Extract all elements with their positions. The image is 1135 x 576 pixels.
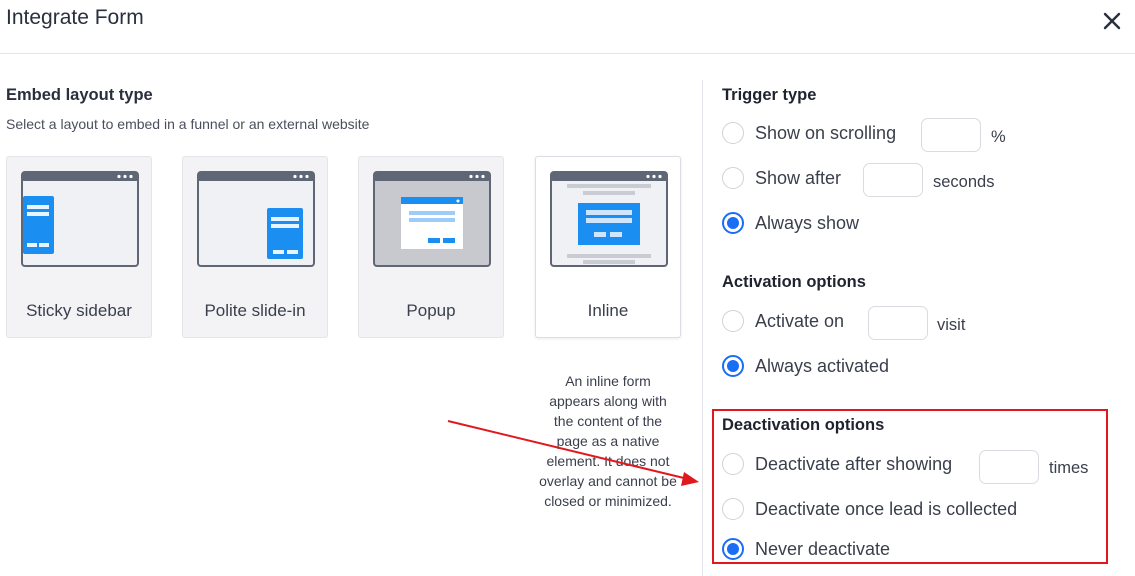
radio-label: Activate on — [755, 310, 845, 331]
radio-circle[interactable] — [722, 122, 744, 144]
layout-card-label: Polite slide-in — [204, 301, 306, 320]
radio-label: Show after — [755, 167, 842, 188]
percent-unit: % — [991, 128, 1006, 146]
layout-card-label: Sticky sidebar — [26, 301, 132, 320]
activate-on-visit-input[interactable] — [868, 306, 928, 340]
radio-label: Always activated — [755, 355, 890, 376]
scroll-percent-input[interactable] — [921, 118, 981, 152]
radio-circle[interactable] — [722, 310, 744, 332]
layout-card-popup[interactable]: Popup — [358, 156, 504, 338]
embed-layout-subtitle: Select a layout to embed in a funnel or … — [6, 116, 370, 132]
polite-slide-in-illustration — [197, 171, 315, 267]
layout-description: An inline form appears along with the co… — [539, 373, 677, 509]
activation-options-title: Activation options — [722, 273, 866, 291]
radio-circle-checked[interactable] — [722, 212, 744, 234]
trigger-type-title: Trigger type — [722, 86, 817, 104]
modal-header: Integrate Form — [0, 0, 1135, 54]
layout-card-label: Popup — [406, 301, 456, 320]
layout-card-polite-slide-in[interactable]: Polite slide-in — [182, 156, 328, 338]
visit-unit: visit — [937, 316, 966, 334]
embed-layout-title: Embed layout type — [6, 86, 153, 104]
radio-always-show[interactable]: Always show — [722, 211, 859, 235]
radio-show-after[interactable]: Show after — [722, 166, 841, 190]
inline-illustration — [550, 171, 668, 267]
radio-show-on-scrolling[interactable]: Show on scrolling — [722, 121, 896, 145]
radio-label: Always show — [755, 212, 860, 233]
layout-card-sticky-sidebar[interactable]: Sticky sidebar — [6, 156, 152, 338]
sticky-sidebar-illustration — [21, 171, 139, 267]
popup-illustration — [373, 171, 491, 267]
close-icon[interactable] — [1100, 9, 1124, 33]
show-after-seconds-input[interactable] — [863, 163, 923, 197]
layout-card-inline[interactable]: Inline — [535, 156, 681, 338]
panel-divider — [702, 80, 703, 576]
radio-circle[interactable] — [722, 167, 744, 189]
modal-title: Integrate Form — [6, 6, 144, 29]
radio-activate-on[interactable]: Activate on — [722, 309, 844, 333]
radio-label: Show on scrolling — [755, 122, 897, 143]
radio-always-activated[interactable]: Always activated — [722, 354, 889, 378]
layout-card-label: Inline — [587, 301, 629, 320]
seconds-unit: seconds — [933, 173, 995, 191]
annotation-highlight-box — [712, 409, 1108, 564]
radio-circle-checked[interactable] — [722, 355, 744, 377]
